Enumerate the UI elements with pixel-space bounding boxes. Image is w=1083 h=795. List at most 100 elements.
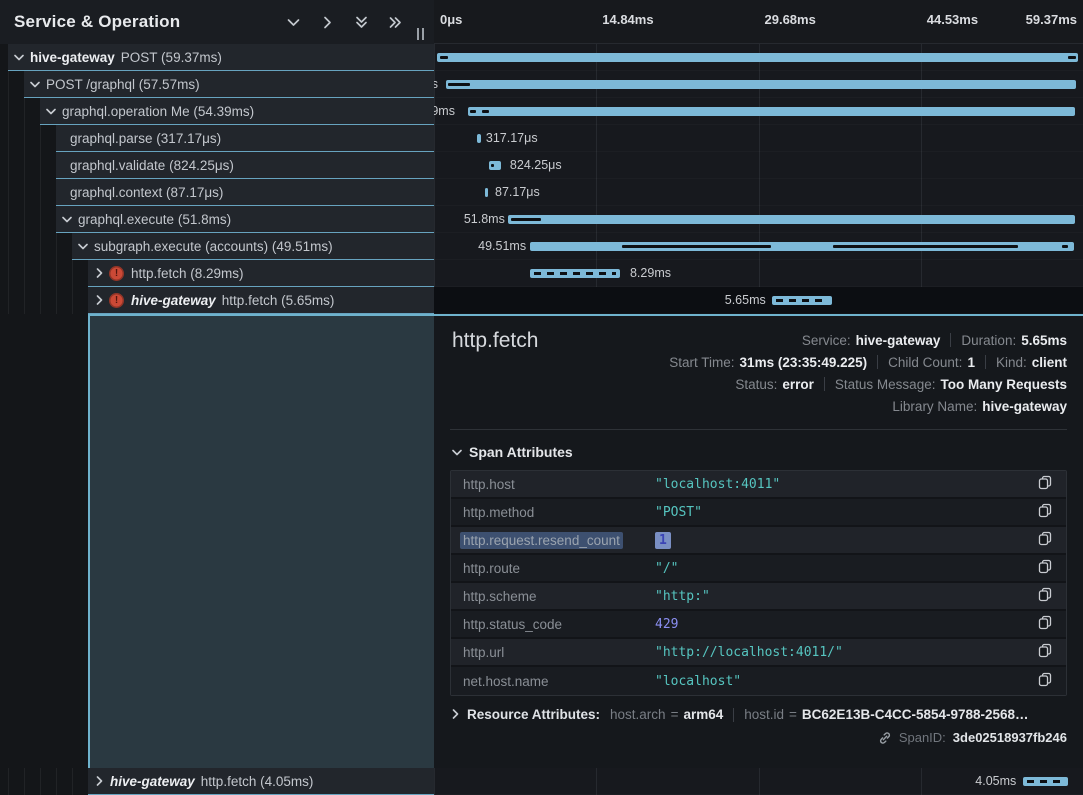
panel-title: Service & Operation — [14, 12, 285, 32]
copy-icon — [1038, 615, 1052, 633]
attr-row-http-request-resend-count: http.request.resend_count1 — [451, 527, 1066, 555]
copy-value-button[interactable] — [1036, 641, 1054, 663]
tree-row-content[interactable]: !hive-gatewayhttp.fetch (5.65ms) — [88, 287, 434, 314]
span-bar[interactable] — [485, 188, 488, 197]
tree-row-content[interactable]: POST /graphql (57.57ms) — [24, 71, 434, 98]
copy-icon — [1038, 643, 1052, 661]
duration-label: 51.8ms — [464, 212, 505, 226]
chevron-down-icon[interactable] — [43, 103, 59, 119]
tree-row-graphql-operation-me[interactable]: graphql.operation Me (54.39ms) — [0, 98, 434, 125]
tree-row-http-fetch-565[interactable]: !hive-gatewayhttp.fetch (5.65ms) — [0, 287, 434, 314]
meta-label: Kind: — [996, 355, 1027, 370]
tree-row-content[interactable]: hive-gatewayPOST (59.37ms) — [8, 44, 434, 71]
meta-value: client — [1032, 355, 1067, 370]
timeline-row-graphql-parse: 317.17μs — [434, 125, 1083, 152]
meta-label: Status Message: — [835, 377, 936, 392]
copy-value-button[interactable] — [1036, 529, 1054, 551]
timeline-ruler: 0μs14.84ms29.68ms44.53ms59.37ms — [434, 0, 1083, 44]
span-bar[interactable] — [446, 80, 1077, 89]
separator — [824, 377, 825, 391]
service-name: hive-gateway — [131, 293, 216, 308]
span-bar[interactable] — [772, 296, 832, 305]
chevron-down-icon[interactable] — [59, 211, 75, 227]
chevron-down-icon[interactable] — [11, 49, 27, 65]
copy-value-button[interactable] — [1036, 613, 1054, 635]
tree-row-graphql-parse[interactable]: graphql.parse (317.17μs) — [0, 125, 434, 152]
ruler-tick: 59.37ms — [1026, 12, 1077, 27]
timeline-bottom-row: 4.05ms — [434, 768, 1083, 795]
tree-row-subgraph-execute-accounts[interactable]: subgraph.execute (accounts) (49.51ms) — [0, 233, 434, 260]
tree-row-graphql-context[interactable]: graphql.context (87.17μs) — [0, 179, 434, 206]
link-icon[interactable] — [878, 731, 892, 745]
chevron-right-icon[interactable] — [91, 265, 107, 281]
span-tree-panel: Service & Operation hive-gatewayPOST (59… — [0, 0, 434, 795]
service-name: hive-gateway — [30, 50, 115, 65]
chevron-down-icon[interactable] — [27, 76, 43, 92]
tree-row-content[interactable]: !http.fetch (8.29ms) — [88, 260, 434, 287]
chevron-right-icon[interactable] — [91, 773, 107, 789]
meta-line: Service:hive-gatewayDuration:5.65ms — [802, 329, 1067, 351]
tree-row-content[interactable]: graphql.execute (51.8ms) — [56, 206, 434, 233]
equals-sign: = — [671, 707, 679, 722]
span-bar[interactable] — [437, 53, 1079, 62]
chevrons-right-icon[interactable] — [387, 14, 403, 30]
error-icon: ! — [109, 293, 124, 308]
span-id-label: SpanID: — [899, 730, 946, 745]
attr-key: http.request.resend_count — [463, 533, 655, 548]
tree-row-graphql-validate[interactable]: graphql.validate (824.25μs) — [0, 152, 434, 179]
tree-row-hive-gateway-post[interactable]: hive-gatewayPOST (59.37ms) — [0, 44, 434, 71]
tree-row-content[interactable]: subgraph.execute (accounts) (49.51ms) — [72, 233, 434, 260]
tree-row-content[interactable]: graphql.parse (317.17μs) — [56, 125, 434, 152]
attr-value: "localhost:4011" — [655, 477, 780, 492]
duration-label: 317.17μs — [486, 131, 538, 145]
expanded-span-area — [0, 314, 434, 768]
tree-row-http-fetch-405[interactable]: hive-gatewayhttp.fetch (4.05ms) — [0, 768, 434, 795]
chevron-right-icon[interactable] — [319, 14, 335, 30]
chevrons-down-icon[interactable] — [353, 14, 369, 30]
copy-value-button[interactable] — [1036, 670, 1054, 692]
bar-dash-pattern — [776, 299, 828, 302]
child-span-mark — [440, 56, 448, 59]
tree-row-http-fetch-829[interactable]: !http.fetch (8.29ms) — [0, 260, 434, 287]
duration-label: 5.65ms — [725, 293, 766, 307]
attr-row-http-method: http.method"POST" — [451, 499, 1066, 527]
timeline-row-http-fetch-565: 5.65ms — [434, 287, 1083, 314]
duration-label: 4.05ms — [975, 774, 1016, 788]
attr-key: http.scheme — [463, 589, 655, 604]
resource-attributes-row[interactable]: Resource Attributes:host.arch=arm64host.… — [450, 707, 1067, 722]
meta-value: hive-gateway — [856, 333, 941, 348]
span-name: graphql.operation Me (54.39ms) — [62, 104, 254, 119]
panel-resize-handle[interactable] — [417, 28, 424, 40]
tree-row-content[interactable]: graphql.operation Me (54.39ms) — [40, 98, 434, 125]
tree-row-graphql-execute[interactable]: graphql.execute (51.8ms) — [0, 206, 434, 233]
meta-value: error — [782, 377, 814, 392]
tree-row-content[interactable]: graphql.context (87.17μs) — [56, 179, 434, 206]
chevron-right-icon[interactable] — [91, 292, 107, 308]
copy-value-button[interactable] — [1036, 585, 1054, 607]
copy-value-button[interactable] — [1036, 557, 1054, 579]
child-span-mark — [622, 245, 771, 248]
resource-attributes-header: Resource Attributes: — [467, 707, 600, 722]
attr-value: 1 — [655, 533, 671, 548]
chevron-down-icon[interactable] — [75, 238, 91, 254]
tree-row-content[interactable]: hive-gatewayhttp.fetch (4.05ms) — [88, 768, 434, 795]
child-span-mark — [511, 218, 541, 221]
span-attributes-toggle[interactable]: Span Attributes — [450, 430, 1067, 470]
span-bar[interactable] — [1023, 777, 1068, 786]
span-bar[interactable] — [477, 134, 482, 143]
tree-row-post-graphql[interactable]: POST /graphql (57.57ms) — [0, 71, 434, 98]
tree-row-content[interactable]: graphql.validate (824.25μs) — [56, 152, 434, 179]
service-name: hive-gateway — [110, 774, 195, 789]
span-bar[interactable] — [468, 107, 1075, 116]
error-icon: ! — [109, 266, 124, 281]
duration-label: 8.29ms — [630, 266, 671, 280]
span-detail-panel: http.fetch Service:hive-gatewayDuration:… — [434, 314, 1083, 768]
span-bar[interactable] — [508, 215, 1075, 224]
copy-value-button[interactable] — [1036, 473, 1054, 495]
span-bar[interactable] — [530, 269, 620, 278]
timeline-rows: 57.57ms54.39ms317.17μs824.25μs87.17μs51.… — [434, 44, 1083, 314]
copy-value-button[interactable] — [1036, 501, 1054, 523]
chevron-down-icon[interactable] — [285, 14, 301, 30]
chevron-down-icon — [452, 443, 462, 461]
duration-label: 49.51ms — [478, 239, 526, 253]
